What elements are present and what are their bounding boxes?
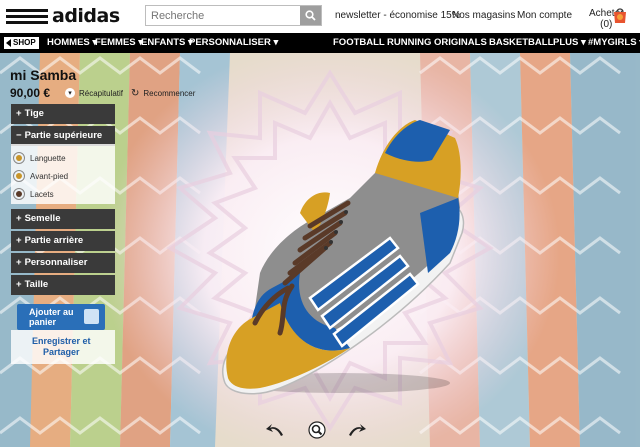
nav-item-basketball[interactable]: BASKETBALL bbox=[489, 33, 553, 53]
expand-icon: + bbox=[16, 279, 22, 290]
nav-item-enfants[interactable]: ENFANTS ▾ bbox=[141, 33, 193, 53]
swatch-avant-pied[interactable]: Avant-pied bbox=[13, 170, 68, 182]
shop-button[interactable]: SHOP bbox=[4, 37, 39, 49]
swatch-label: Avant-pied bbox=[30, 171, 69, 181]
panel-item-tige[interactable]: + Tige bbox=[11, 104, 115, 124]
expand-icon: + bbox=[16, 257, 22, 268]
logo-text: adidas bbox=[52, 5, 120, 27]
panel-label: Partie supérieure bbox=[24, 130, 103, 141]
panel-item-personnaliser[interactable]: + Personnaliser bbox=[11, 253, 115, 273]
color-swatch-icon bbox=[13, 152, 25, 164]
bag-icon bbox=[84, 309, 99, 324]
restart-link[interactable]: ↻ Recommencer bbox=[131, 88, 195, 99]
rotate-right-icon[interactable] bbox=[347, 422, 367, 438]
panel-label: Semelle bbox=[24, 213, 61, 224]
swatch-label: Languette bbox=[30, 153, 66, 163]
panel-item-taille[interactable]: + Taille bbox=[11, 275, 115, 295]
swatch-lacets[interactable]: Lacets bbox=[13, 188, 54, 200]
newsletter-link[interactable]: newsletter - économise 15% bbox=[335, 10, 461, 21]
nav-item-hommes[interactable]: HOMMES ▾ bbox=[47, 33, 97, 53]
expand-icon: + bbox=[16, 108, 22, 119]
nav-item-football[interactable]: FOOTBALL bbox=[333, 33, 385, 53]
swatch-label: Lacets bbox=[30, 189, 54, 199]
rotate-left-icon[interactable] bbox=[265, 422, 285, 438]
recap-label: Récapitulatif bbox=[79, 88, 124, 98]
panel-item-semelle[interactable]: + Semelle bbox=[11, 209, 115, 229]
search-input[interactable] bbox=[146, 6, 300, 25]
search-icon bbox=[305, 10, 316, 21]
shoe-3d-preview[interactable] bbox=[200, 98, 490, 398]
cart-bag-icon[interactable] bbox=[611, 6, 629, 24]
refresh-icon: ↻ bbox=[131, 88, 140, 99]
panel-item-partie-arriere[interactable]: + Partie arrière bbox=[11, 231, 115, 251]
nav-item-running[interactable]: RUNNING bbox=[387, 33, 431, 53]
recap-link[interactable]: ▾ Récapitulatif bbox=[65, 88, 123, 98]
add-to-cart-button[interactable]: Ajouter au panier bbox=[17, 304, 105, 330]
product-price: 90,00 € bbox=[10, 86, 51, 100]
panel-item-partie-superieure[interactable]: − Partie supérieure bbox=[11, 126, 115, 146]
main-nav: SHOP HOMMES ▾ FEMMES ▾ ENFANTS ▾ PERSONN… bbox=[0, 33, 640, 53]
stores-link[interactable]: Nos magasins bbox=[452, 10, 515, 21]
product-title: mi Samba bbox=[10, 67, 77, 83]
zoom-icon[interactable] bbox=[308, 421, 326, 439]
color-swatch-icon bbox=[13, 188, 25, 200]
restart-label: Recommencer bbox=[143, 89, 196, 98]
share-label-1: Enregistrer et bbox=[32, 336, 91, 346]
search-box bbox=[145, 5, 322, 26]
panel-label: Taille bbox=[24, 279, 49, 290]
chevron-down-icon: ▾ bbox=[65, 88, 75, 98]
share-label-2: Partager bbox=[43, 347, 80, 357]
site-header: adidas newsletter - économise 15% Nos ma… bbox=[0, 0, 640, 33]
expand-icon: + bbox=[16, 235, 22, 246]
save-share-link[interactable]: Enregistrer et Partager bbox=[32, 336, 91, 358]
adidas-logo[interactable]: adidas bbox=[6, 6, 120, 26]
expand-icon: + bbox=[16, 213, 22, 224]
logo-stripes-icon bbox=[6, 8, 48, 24]
nav-item-plus[interactable]: PLUS ▾ bbox=[553, 33, 586, 53]
collapse-icon: − bbox=[16, 130, 22, 141]
color-swatch-icon bbox=[13, 170, 25, 182]
nav-item-personnaliser[interactable]: PERSONNALISER ▾ bbox=[189, 33, 278, 53]
swatch-languette[interactable]: Languette bbox=[13, 152, 66, 164]
nav-item-originals[interactable]: ORIGINALS bbox=[434, 33, 487, 53]
panel-label: Personnaliser bbox=[24, 257, 88, 268]
panel-label: Tige bbox=[24, 108, 44, 119]
nav-item-femmes[interactable]: FEMMES ▾ bbox=[95, 33, 143, 53]
search-button[interactable] bbox=[300, 6, 321, 25]
nav-item-mygirls[interactable]: #MYGIRLS ▾ bbox=[588, 33, 640, 53]
account-link[interactable]: Mon compte bbox=[517, 10, 572, 21]
panel-label: Partie arrière bbox=[24, 235, 84, 246]
